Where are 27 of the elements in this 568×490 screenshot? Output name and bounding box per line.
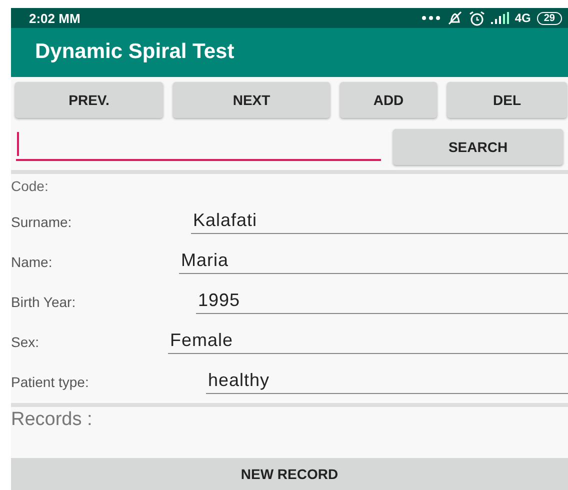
more-icon	[420, 15, 441, 21]
text-field[interactable]: 1995	[196, 290, 568, 314]
nav-button[interactable]: NEXT	[173, 82, 330, 118]
text-field[interactable]: Kalafati	[191, 210, 568, 234]
nav-button[interactable]: ADD	[340, 82, 437, 118]
text-field[interactable]: Female	[168, 330, 568, 354]
text-field[interactable]: healthy	[206, 370, 568, 394]
field-label: Code:	[11, 176, 50, 196]
field-label: Birth Year:	[11, 294, 76, 310]
field-label: Patient type:	[11, 374, 89, 390]
field-label: Sex:	[11, 334, 40, 350]
app-title: Dynamic Spiral Test	[35, 40, 234, 64]
signal-icon	[490, 12, 509, 24]
text-field[interactable]: Maria	[179, 250, 568, 274]
records-label: Records :	[11, 408, 94, 432]
nav-button[interactable]: DEL	[447, 82, 567, 118]
new-record-button[interactable]: NEW RECORD	[11, 458, 568, 490]
search-field[interactable]	[16, 129, 381, 162]
network-type: 4G	[514, 11, 531, 25]
alarm-icon	[468, 10, 485, 26]
bell-off-icon	[446, 11, 463, 25]
search-button[interactable]: SEARCH	[393, 129, 563, 166]
status-time: 2:02 MM	[29, 10, 80, 26]
battery-level: 29	[536, 12, 562, 24]
field-label: Surname:	[11, 214, 72, 230]
nav-button[interactable]: PREV.	[15, 82, 163, 118]
field-label: Name:	[11, 254, 52, 270]
